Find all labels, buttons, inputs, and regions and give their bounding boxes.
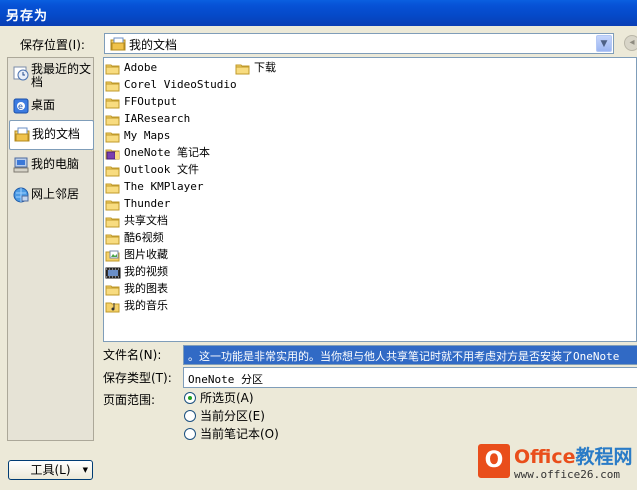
file-list-item[interactable]: Outlook 文件	[105, 162, 199, 178]
place-label: 我最近的文档	[31, 62, 92, 89]
places-bar: 我最近的文档 e 桌面 我的文档 我的电脑 网上邻居	[7, 57, 94, 441]
file-name: Corel VideoStudio	[124, 78, 237, 91]
office-logo-icon: O	[478, 444, 510, 478]
watermark-site: www.office26.com	[514, 468, 620, 481]
file-name: 我的视频	[124, 265, 168, 278]
radio-current-section[interactable]: 当前分区(E)	[184, 409, 265, 425]
file-list[interactable]: Adobe Corel VideoStudio FFOutput IAResearch…	[103, 57, 637, 342]
file-list-item[interactable]: 我的音乐	[105, 298, 168, 314]
radio-current-notebook[interactable]: 当前笔记本(O)	[184, 427, 279, 443]
file-name: OneNote 笔记本	[124, 146, 210, 159]
place-recent[interactable]: 我最近的文档	[9, 60, 94, 90]
file-list-item[interactable]: My Maps	[105, 128, 170, 144]
my-computer-icon	[13, 157, 29, 176]
my-documents-icon	[14, 127, 30, 146]
radio-label: 当前笔记本(O)	[200, 427, 279, 441]
music-folder-icon	[105, 300, 121, 318]
place-desktop[interactable]: e 桌面	[9, 91, 94, 121]
watermark: O Office教程网 www.office26.com	[474, 438, 637, 490]
file-list-item[interactable]: 我的视频	[105, 264, 168, 280]
file-list-item[interactable]: 图片收藏	[105, 247, 168, 263]
save-location-combo[interactable]: 我的文档 ▼	[104, 33, 614, 54]
file-name: 下载	[254, 61, 276, 74]
filename-input[interactable]: 。这一功能是非常实用的。当你想与他人共享笔记时就不用考虑对方是否安装了OneNo…	[183, 345, 637, 365]
file-name: Thunder	[124, 197, 171, 210]
svg-text:e: e	[18, 102, 23, 111]
file-list-item[interactable]: IAResearch	[105, 111, 190, 127]
radio-label: 所选页(A)	[200, 391, 254, 405]
file-name: 我的图表	[124, 282, 168, 295]
place-my-documents[interactable]: 我的文档	[9, 120, 94, 150]
place-label: 我的文档	[32, 127, 81, 141]
brand-part: Office	[514, 446, 576, 468]
file-list-item[interactable]: OneNote 笔记本	[105, 145, 210, 161]
chevron-down-icon[interactable]: ▼	[596, 35, 612, 52]
file-list-item[interactable]: FFOutput	[105, 94, 177, 110]
radio-button[interactable]	[184, 391, 196, 404]
radio-button[interactable]	[184, 409, 196, 422]
file-list-item[interactable]: Adobe	[105, 60, 157, 76]
brand-part: 教程网	[575, 446, 633, 468]
file-name: The KMPlayer	[124, 180, 204, 193]
file-name: IAResearch	[124, 112, 191, 125]
place-label: 我的电脑	[31, 157, 80, 171]
file-name: 我的音乐	[124, 299, 168, 312]
file-name: FFOutput	[124, 95, 177, 108]
file-list-item[interactable]: The KMPlayer	[105, 179, 203, 195]
recent-documents-icon	[13, 65, 29, 84]
file-name: My Maps	[124, 129, 171, 142]
my-documents-icon	[110, 37, 126, 54]
tools-label: 工具(L)	[30, 463, 71, 477]
back-arrow-icon[interactable]: ◂	[624, 35, 637, 51]
file-list-item[interactable]: 共享文档	[105, 213, 168, 229]
file-name: Adobe	[124, 61, 158, 74]
file-list-item[interactable]: Thunder	[105, 196, 170, 212]
radio-selected-pages[interactable]: 所选页(A)	[184, 391, 254, 407]
title-bar: 另存为	[0, 0, 637, 26]
file-list-item[interactable]: 酷6视频	[105, 230, 164, 246]
folder-icon	[235, 62, 251, 80]
file-name: 图片收藏	[124, 248, 168, 261]
filename-label: 文件名(N):	[103, 348, 162, 362]
save-type-combo[interactable]: OneNote 分区	[183, 367, 637, 388]
save-location-label: 保存位置(I):	[20, 38, 85, 52]
chevron-down-icon: ▼	[82, 466, 88, 474]
desktop-icon: e	[13, 98, 29, 117]
place-network[interactable]: 网上邻居	[9, 181, 94, 211]
save-location-value: 我的文档	[129, 38, 178, 52]
window-title: 另存为	[6, 9, 49, 24]
radio-label: 当前分区(E)	[200, 409, 265, 423]
file-name: 共享文档	[124, 214, 168, 227]
file-list-item[interactable]: Corel VideoStudio	[105, 77, 237, 93]
place-label: 网上邻居	[31, 187, 80, 201]
file-name: Outlook 文件	[124, 163, 199, 176]
page-range-label: 页面范围:	[103, 393, 156, 407]
file-list-item[interactable]: 下载	[235, 60, 276, 76]
place-label: 桌面	[31, 98, 56, 112]
network-places-icon	[13, 187, 29, 206]
save-type-label: 保存类型(T):	[103, 371, 172, 385]
place-my-computer[interactable]: 我的电脑	[9, 151, 94, 181]
file-list-item[interactable]: 我的图表	[105, 281, 168, 297]
tools-button[interactable]: 工具(L) ▼	[8, 460, 93, 480]
radio-button[interactable]	[184, 427, 196, 440]
watermark-brand: Office教程网	[514, 442, 633, 469]
file-name: 酷6视频	[124, 231, 164, 244]
